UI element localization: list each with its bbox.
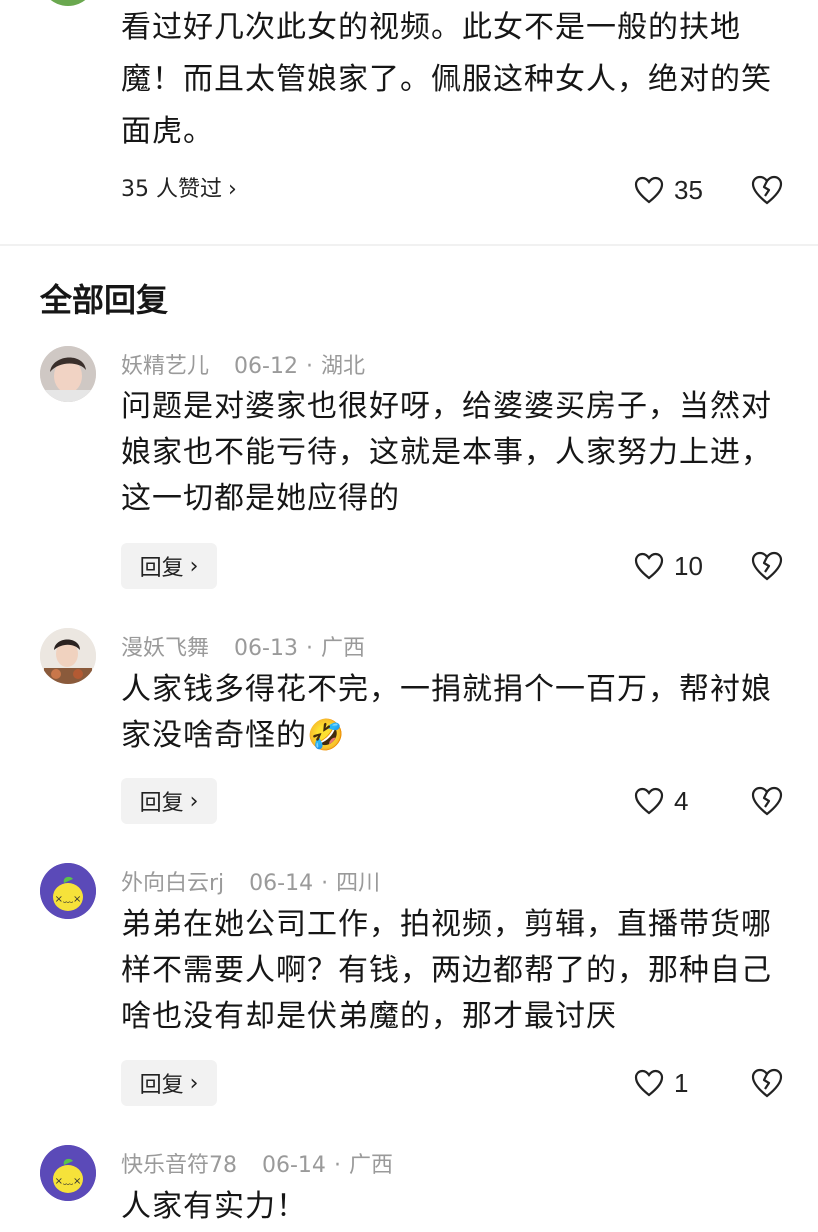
location: 广西: [320, 636, 365, 661]
avatar[interactable]: ×﹏×: [40, 863, 96, 919]
heart-outline-icon: [634, 176, 664, 204]
heart-outline-icon: [634, 552, 664, 580]
like-count: 10: [674, 550, 703, 581]
like-count: 4: [674, 785, 689, 816]
section-title: 全部回复: [40, 281, 169, 319]
avatar[interactable]: ×﹏×: [40, 1145, 96, 1201]
comment-text: 看过好几次此女的视频。此女不是一般的扶地魔！而且太管娘家了。佩服这种女人，绝对的…: [121, 10, 772, 149]
broken-heart-icon[interactable]: [751, 1068, 783, 1098]
date: 06-13: [234, 636, 298, 661]
reply-button-label: 回复: [139, 556, 184, 581]
broken-heart-icon[interactable]: [751, 551, 783, 581]
like-button[interactable]: 10: [634, 546, 703, 586]
reply-button[interactable]: 回复 ›: [121, 1060, 217, 1106]
username[interactable]: 妖精艺儿: [121, 354, 209, 379]
reply-meta: 外向白云rj 06-14 · 四川: [121, 871, 381, 896]
avatar[interactable]: [40, 346, 96, 402]
liked-by-link[interactable]: 35 人赞过 ›: [121, 170, 237, 210]
broken-heart-icon[interactable]: [751, 786, 783, 816]
location: 湖北: [320, 354, 365, 379]
avatar[interactable]: [40, 0, 96, 6]
divider: [0, 244, 818, 246]
reply-meta: 妖精艺儿 06-12 · 湖北: [121, 354, 365, 379]
svg-text:×﹏×: ×﹏×: [55, 1176, 82, 1187]
like-count: 35: [674, 174, 703, 205]
reply-button[interactable]: 回复 ›: [121, 778, 217, 824]
username[interactable]: 漫妖飞舞: [121, 636, 209, 661]
heart-outline-icon: [634, 1069, 664, 1097]
username[interactable]: 快乐音符78: [121, 1153, 237, 1178]
reply-text: 问题是对婆家也很好呀，给婆婆买房子，当然对娘家也不能亏待，这就是本事，人家努力上…: [121, 389, 772, 516]
svg-text:×﹏×: ×﹏×: [55, 894, 82, 905]
like-button[interactable]: 4: [634, 781, 688, 821]
date: 06-14: [262, 1153, 326, 1178]
like-count: 1: [674, 1067, 689, 1098]
reply-text: 人家有实力！: [121, 1189, 307, 1224]
broken-heart-icon[interactable]: [751, 175, 783, 205]
reply-meta: 漫妖飞舞 06-13 · 广西: [121, 636, 365, 661]
chevron-right-icon: ›: [189, 1070, 199, 1096]
reply-text: 人家钱多得花不完，一捐就捐个一百万，帮衬娘家没啥奇怪的🤣: [121, 672, 772, 753]
chevron-right-icon: ›: [228, 177, 237, 202]
heart-outline-icon: [634, 787, 664, 815]
location: 四川: [336, 871, 381, 896]
chevron-right-icon: ›: [189, 788, 199, 814]
reply-button[interactable]: 回复 ›: [121, 543, 217, 589]
like-button[interactable]: 35: [634, 170, 703, 210]
reply-text: 弟弟在她公司工作，拍视频，剪辑，直播带货哪样不需要人啊？有钱，两边都帮了的，那种…: [121, 907, 772, 1034]
like-button[interactable]: 1: [634, 1063, 688, 1103]
username[interactable]: 外向白云rj: [121, 871, 224, 896]
avatar[interactable]: [40, 628, 96, 684]
lemon-avatar-icon: ×﹏×: [40, 1145, 96, 1201]
chevron-right-icon: ›: [189, 553, 199, 579]
liked-by-label: 35 人赞过: [121, 177, 222, 202]
reply-meta: 快乐音符78 06-14 · 广西: [121, 1153, 393, 1178]
main-comment: 看过好几次此女的视频。此女不是一般的扶地魔！而且太管娘家了。佩服这种女人，绝对的…: [0, 0, 818, 246]
location: 广西: [348, 1153, 393, 1178]
lemon-avatar-icon: ×﹏×: [40, 863, 96, 919]
date: 06-12: [234, 354, 298, 379]
reply-button-label: 回复: [139, 1073, 184, 1098]
date: 06-14: [249, 871, 314, 896]
reply-button-label: 回复: [139, 791, 184, 816]
